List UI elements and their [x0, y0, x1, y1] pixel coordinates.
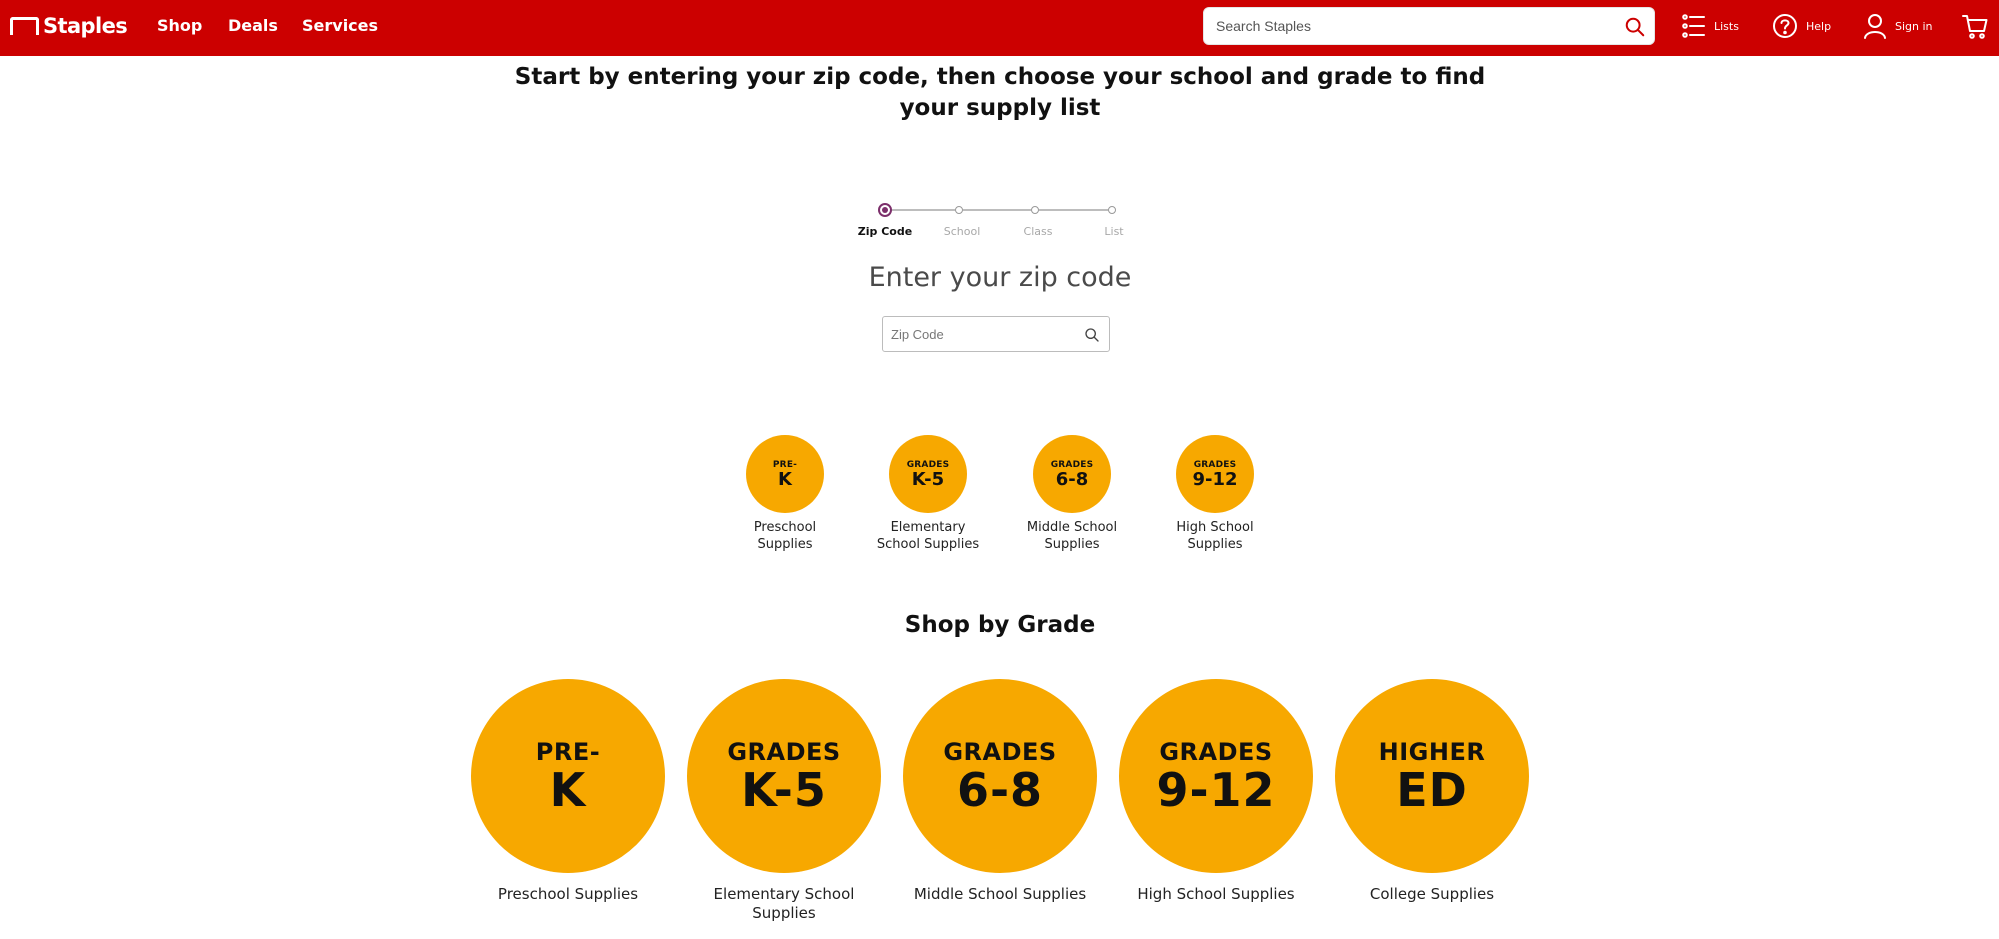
grade-label-line: Preschool Supplies — [497, 885, 639, 903]
shop-grade-k-5[interactable]: GRADES K-5 Elementary School Supplies — [674, 679, 894, 923]
lists-icon — [1682, 14, 1705, 38]
stepper-connector — [963, 209, 1031, 211]
grade-badge: GRADES 9-12 — [1119, 679, 1313, 873]
grade-badge-big: K — [778, 468, 792, 490]
nav-services[interactable]: Services — [302, 16, 378, 35]
grade-badge-top: GRADES — [1193, 459, 1237, 470]
grade-badge: GRADES 6-8 — [1033, 435, 1111, 513]
cart-button[interactable] — [1962, 12, 1988, 40]
grade-badge-top: GRADES — [943, 737, 1057, 766]
grade-badge-big: K-5 — [911, 468, 945, 490]
shop-grade-pre-k[interactable]: PRE- K Preschool Supplies — [458, 679, 678, 904]
help-icon — [1773, 14, 1797, 38]
step-label-school: School — [943, 225, 981, 238]
grade-badge: GRADES 9-12 — [1176, 435, 1254, 513]
step-label-class: Class — [1023, 225, 1053, 238]
shop-grade-6-8[interactable]: GRADES 6-8 Middle School Supplies — [890, 679, 1110, 904]
grade-badge-top: PRE- — [535, 737, 601, 766]
grade-label-line: Middle School — [1026, 520, 1118, 535]
grade-badge-big: K — [549, 762, 587, 817]
grade-label-line: School Supplies — [876, 537, 980, 552]
help-label: Help — [1806, 19, 1832, 33]
grade-label: College Supplies — [1322, 885, 1542, 904]
cart-icon — [1962, 15, 1988, 39]
grade-label-line: Elementary — [890, 520, 966, 535]
shop-grade-higher-ed[interactable]: HIGHER ED College Supplies — [1322, 679, 1542, 904]
page-heading: Start by entering your zip code, then ch… — [514, 64, 1486, 121]
grade-label-line: Supplies — [757, 537, 813, 552]
shop-by-grade-heading: Shop by Grade — [904, 612, 1096, 638]
search-icon[interactable] — [1624, 16, 1646, 38]
grade-label: Preschool Supplies — [458, 885, 678, 904]
grade-label-line: College Supplies — [1369, 885, 1495, 903]
step-dot-zip-code — [878, 203, 892, 217]
step-dot-school — [955, 206, 963, 214]
nav-deals[interactable]: Deals — [228, 16, 278, 35]
grade-label-line: Supplies — [1044, 537, 1100, 552]
help-button[interactable]: Help — [1772, 12, 1831, 40]
shop-grade-9-12[interactable]: GRADES 9-12 High School Supplies — [1106, 679, 1326, 904]
grade-label: Preschool Supplies — [720, 519, 850, 553]
grade-badge-big: 9-12 — [1192, 468, 1238, 490]
step-dot-list — [1108, 206, 1116, 214]
grade-badge-big: 6-8 — [1055, 468, 1089, 490]
grade-link-9-12[interactable]: GRADES 9-12 High School Supplies — [1150, 435, 1280, 553]
grade-link-6-8[interactable]: GRADES 6-8 Middle School Supplies — [1007, 435, 1137, 553]
staples-logo-mark — [10, 17, 39, 35]
grade-badge: GRADES 6-8 — [903, 679, 1097, 873]
site-header: Staples Shop Deals Services Lists Help — [0, 0, 1999, 56]
grade-label-line: Supplies — [752, 904, 816, 922]
grade-label-line: Middle School Supplies — [913, 885, 1087, 903]
grade-badge-big: 6-8 — [956, 762, 1044, 817]
grade-badge-top: PRE- — [772, 459, 798, 470]
lists-button[interactable]: Lists — [1682, 12, 1739, 40]
grade-badge-big: ED — [1396, 762, 1468, 817]
user-icon — [1864, 14, 1886, 39]
grade-label: Middle School Supplies — [890, 885, 1110, 904]
grade-label: High School Supplies — [1150, 519, 1280, 553]
lists-label: Lists — [1714, 19, 1739, 33]
search-input[interactable] — [1216, 8, 1616, 44]
grade-badge: GRADES K-5 — [889, 435, 967, 513]
grade-label-line: Preschool — [753, 520, 817, 535]
grade-label-line: High School Supplies — [1137, 885, 1295, 903]
grade-badge: PRE- K — [471, 679, 665, 873]
stepper-connector — [885, 209, 955, 211]
grade-badge-top: GRADES — [727, 737, 841, 766]
step-label-list: List — [1104, 225, 1124, 238]
grade-badge-top: GRADES — [1050, 459, 1094, 470]
staples-logo[interactable]: Staples — [10, 13, 128, 39]
grade-badge-top: GRADES — [1159, 737, 1273, 766]
step-dot-class — [1031, 206, 1039, 214]
grade-badge: GRADES K-5 — [687, 679, 881, 873]
zip-code-input[interactable] — [891, 317, 1071, 351]
signin-button[interactable]: Sign in — [1863, 12, 1933, 40]
stepper-connector — [1039, 209, 1108, 211]
zip-box — [882, 316, 1110, 352]
grade-label-line: Elementary School — [713, 885, 855, 903]
grade-badge: HIGHER ED — [1335, 679, 1529, 873]
grade-badge-big: 9-12 — [1156, 762, 1276, 817]
grade-label: Middle School Supplies — [1007, 519, 1137, 553]
grade-badge-big: K-5 — [741, 762, 827, 817]
grade-label: Elementary School Supplies — [863, 519, 993, 553]
nav-shop[interactable]: Shop — [157, 16, 202, 35]
progress-stepper: Zip Code School Class List — [845, 200, 1135, 245]
search-box — [1203, 7, 1655, 45]
grade-badge-top: GRADES — [906, 459, 950, 470]
grade-link-pre-k[interactable]: PRE- K Preschool Supplies — [720, 435, 850, 553]
grade-label-line: High School — [1176, 520, 1254, 535]
signin-label: Sign in — [1895, 19, 1933, 33]
grade-badge-top: HIGHER — [1378, 737, 1486, 766]
grade-label-line: Supplies — [1187, 537, 1243, 552]
grade-link-k-5[interactable]: GRADES K-5 Elementary School Supplies — [863, 435, 993, 553]
grade-label: High School Supplies — [1106, 885, 1326, 904]
grade-badge: PRE- K — [746, 435, 824, 513]
step-label-zip-code: Zip Code — [857, 225, 913, 238]
logo-text: Staples — [43, 14, 128, 38]
search-icon[interactable] — [1084, 327, 1100, 343]
grade-label: Elementary School Supplies — [674, 885, 894, 923]
zip-heading: Enter your zip code — [868, 262, 1132, 293]
